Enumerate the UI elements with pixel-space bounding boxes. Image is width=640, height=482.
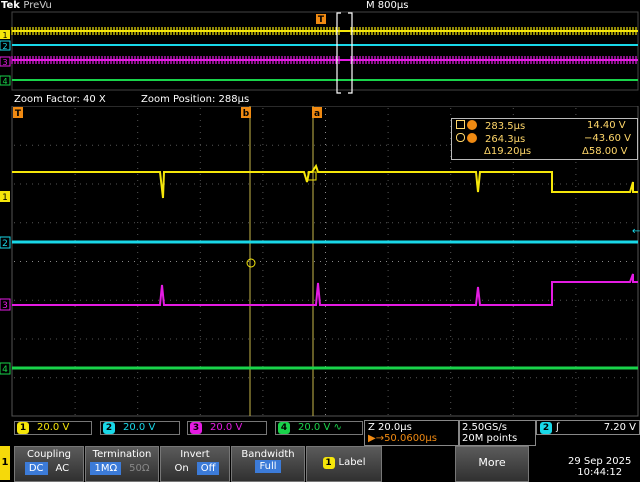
cursor-b-time: 264.3µs	[485, 134, 526, 145]
channel-ground-markers: 1 2 3 4	[0, 191, 11, 375]
ch4-ground-marker: 4	[2, 365, 8, 375]
ch3-scale-box[interactable]: 3 20.0 V	[187, 421, 267, 435]
overview-marker-2: 2	[2, 42, 7, 51]
trigger-level: 7.20 V	[603, 422, 636, 433]
sample-rate: 2.50GS/s	[462, 422, 507, 433]
cursor-readout-panel: 283.5µs 14.40 V 264.3µs −43.60 V Δ19.20µ…	[451, 118, 638, 160]
trigger-slope-icon: ʃ	[556, 422, 560, 433]
more-menu-button[interactable]: More	[455, 446, 529, 482]
horizontal-info-box[interactable]: Z 20.0µs ▶→50.0600µs	[364, 420, 460, 446]
time-label: 10:44:12	[577, 467, 623, 478]
bandwidth-limit-icon: ∿	[333, 422, 342, 433]
more-label: More	[478, 456, 506, 469]
overview-channel-markers: 1 2 3 4	[0, 30, 11, 86]
cursor-b-row: 264.3µs	[456, 133, 525, 145]
ch1-scale: 20.0 V	[37, 422, 70, 433]
trigger-info-box[interactable]: 2 ʃ 7.20 V	[536, 420, 640, 435]
ch1-badge: 1	[17, 422, 29, 434]
cursor-a-row: 283.5µs	[456, 120, 525, 132]
label-title: Label	[338, 457, 366, 468]
termination-title: Termination	[92, 449, 152, 460]
coupling-menu-button[interactable]: Coupling DC AC	[14, 446, 84, 482]
cursor-a-time: 283.5µs	[485, 121, 526, 132]
trigger-level-arrow-icon: ←	[632, 226, 640, 237]
cursor-a-badge-icon	[467, 120, 477, 130]
horizontal-offset: ▶→50.0600µs	[368, 433, 437, 444]
label-menu-button[interactable]: 1 Label	[306, 446, 382, 482]
overview-marker-1: 1	[2, 31, 7, 40]
ch2-ground-marker: 2	[2, 239, 8, 249]
date-label: 29 Sep 2025	[568, 456, 632, 467]
ch4-badge: 4	[278, 422, 290, 434]
cursor-b-volt: −43.60 V	[584, 133, 632, 144]
cursor-b-handle-label: b	[243, 109, 250, 119]
cursor-a-handle-label: a	[314, 109, 320, 119]
invert-off-option[interactable]: Off	[196, 462, 220, 475]
ch3-scale: 20.0 V	[210, 422, 243, 433]
zoom-factor-label: Zoom Factor: 40 X	[14, 94, 106, 105]
overview-trigger-label: T	[318, 15, 325, 25]
cursor-b-circle-icon	[456, 133, 465, 142]
zoom-scale: Z 20.0µs	[368, 422, 412, 433]
cursor-delta-time: Δ19.20µs	[484, 146, 532, 157]
termination-menu-button[interactable]: Termination 1MΩ 50Ω	[85, 446, 159, 482]
ch2-scale-box[interactable]: 2 20.0 V	[100, 421, 180, 435]
label-channel-badge: 1	[322, 457, 335, 469]
overview-waveform-display: T 1 2 3 4	[0, 11, 639, 94]
overview-marker-4: 4	[2, 77, 7, 86]
acquisition-info-box[interactable]: 2.50GS/s 20M points	[458, 420, 536, 446]
cursor-a-volt: 14.40 V	[587, 120, 626, 131]
ch4-scale-box[interactable]: 4 20.0 V ∿	[275, 421, 363, 435]
bandwidth-value: Full	[255, 460, 281, 473]
datetime: 29 Sep 2025 10:44:12	[568, 456, 631, 478]
termination-50ohm-option[interactable]: 50Ω	[125, 462, 153, 475]
cursor-a-square-icon	[456, 120, 465, 129]
zoom-position-label: Zoom Position: 288µs	[141, 94, 250, 105]
ch3-ground-marker: 3	[2, 301, 8, 311]
trigger-source-badge: 2	[540, 422, 552, 434]
zoom-trigger-label: T	[15, 109, 22, 119]
record-length: 20M points	[462, 433, 518, 444]
menu-channel-tab[interactable]: 1	[0, 446, 10, 480]
ch2-scale: 20.0 V	[123, 422, 156, 433]
cursor-b-badge-icon	[467, 133, 477, 143]
invert-title: Invert	[180, 449, 210, 460]
ch3-badge: 3	[190, 422, 202, 434]
ch1-scale-box[interactable]: 1 20.0 V	[14, 421, 92, 435]
coupling-title: Coupling	[26, 449, 72, 460]
overview-marker-3: 3	[2, 58, 7, 67]
ch1-ground-marker: 1	[2, 193, 8, 203]
invert-on-option[interactable]: On	[171, 462, 193, 475]
coupling-ac-option[interactable]: AC	[52, 462, 74, 475]
bandwidth-menu-button[interactable]: Bandwidth Full	[231, 446, 305, 482]
bandwidth-title: Bandwidth	[241, 449, 295, 460]
cursor-delta-volt: Δ58.00 V	[582, 146, 628, 157]
ch4-scale: 20.0 V	[298, 422, 331, 433]
ch2-badge: 2	[103, 422, 115, 434]
coupling-dc-option[interactable]: DC	[24, 462, 48, 475]
termination-1mohm-option[interactable]: 1MΩ	[90, 462, 122, 475]
invert-menu-button[interactable]: Invert On Off	[160, 446, 230, 482]
